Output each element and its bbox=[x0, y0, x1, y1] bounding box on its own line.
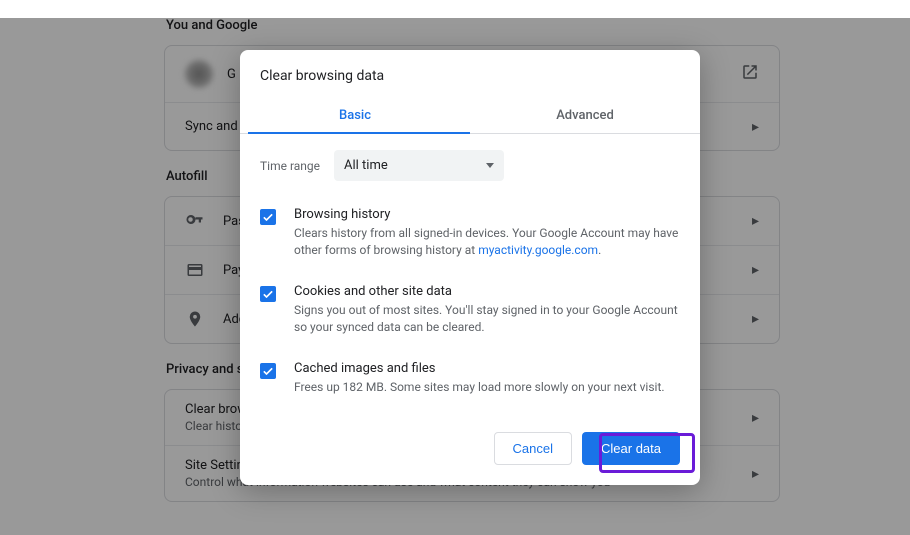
tab-indicator bbox=[248, 132, 470, 134]
dialog-actions: Cancel Clear data bbox=[240, 414, 700, 485]
tab-basic[interactable]: Basic bbox=[240, 98, 470, 133]
option-title-2: Cached images and files bbox=[294, 361, 680, 376]
option-cache: Cached images and files Frees up 182 MB.… bbox=[260, 349, 680, 408]
clear-data-button[interactable]: Clear data bbox=[582, 432, 680, 465]
myactivity-link[interactable]: myactivity.google.com bbox=[478, 243, 598, 257]
option-desc-1: Signs you out of most sites. You'll stay… bbox=[294, 302, 680, 337]
time-range-label: Time range bbox=[260, 159, 320, 173]
checkbox[interactable] bbox=[260, 286, 276, 302]
time-range-row: Time range All time bbox=[240, 134, 700, 189]
dialog-title: Clear browsing data bbox=[240, 50, 700, 98]
option-title-1: Cookies and other site data bbox=[294, 284, 680, 299]
tab-advanced[interactable]: Advanced bbox=[470, 98, 700, 133]
chevron-down-icon bbox=[486, 163, 494, 168]
time-range-value: All time bbox=[344, 158, 388, 173]
clear-data-dialog: Clear browsing data Basic Advanced Time … bbox=[240, 50, 700, 485]
checkbox[interactable] bbox=[260, 209, 276, 225]
option-desc-2: Frees up 182 MB. Some sites may load mor… bbox=[294, 379, 680, 396]
option-cookies: Cookies and other site data Signs you ou… bbox=[260, 272, 680, 349]
option-title-0: Browsing history bbox=[294, 207, 680, 222]
dialog-tabs: Basic Advanced bbox=[240, 98, 700, 134]
option-browsing-history: Browsing history Clears history from all… bbox=[260, 195, 680, 272]
options-list: Browsing history Clears history from all… bbox=[240, 189, 700, 414]
cancel-button[interactable]: Cancel bbox=[494, 432, 572, 465]
time-range-select[interactable]: All time bbox=[334, 150, 504, 181]
option-desc-0: Clears history from all signed-in device… bbox=[294, 225, 680, 260]
checkbox[interactable] bbox=[260, 363, 276, 379]
